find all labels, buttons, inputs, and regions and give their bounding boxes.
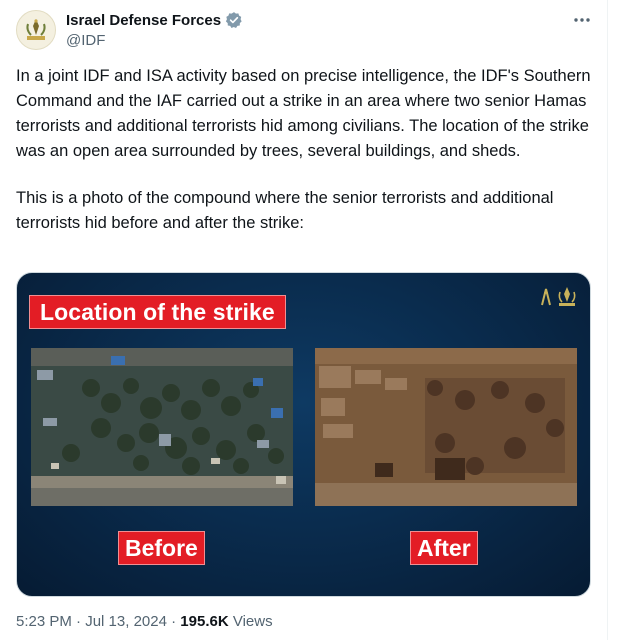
author-handle[interactable]: @IDF [66, 32, 105, 49]
meta-separator: · [76, 613, 82, 630]
tweet-paragraph: In a joint IDF and ISA activity based on… [16, 67, 591, 160]
author-name[interactable]: Israel Defense Forces [66, 11, 243, 29]
after-satellite-photo [315, 348, 577, 506]
meta-separator: · [171, 613, 177, 630]
idf-emblem-icon [541, 287, 576, 306]
before-satellite-photo [31, 348, 293, 506]
after-label: After [410, 531, 478, 565]
before-label: Before [118, 531, 205, 565]
avatar[interactable] [16, 10, 56, 50]
verified-badge-icon [225, 12, 242, 28]
tweet-date[interactable]: Jul 13, 2024 [85, 613, 167, 630]
column-divider [607, 0, 608, 640]
views-count: 195.6K [180, 613, 229, 630]
views-label: Views [232, 613, 273, 630]
more-options-button[interactable] [570, 8, 594, 32]
tweet-text: In a joint IDF and ISA activity based on… [16, 64, 601, 236]
tweet-time[interactable]: 5:23 PM [16, 613, 72, 630]
tweet-media-image[interactable]: Location of the strike Before After [16, 272, 591, 597]
author-name-text[interactable]: Israel Defense Forces [66, 12, 221, 29]
tweet-meta: 5:23 PM · Jul 13, 2024 · 195.6K Views [16, 613, 273, 630]
strike-location-label: Location of the strike [29, 295, 286, 329]
more-horizontal-icon [574, 18, 590, 22]
idf-logo-icon [26, 19, 46, 40]
tweet-paragraph: This is a photo of the compound where th… [16, 189, 554, 232]
